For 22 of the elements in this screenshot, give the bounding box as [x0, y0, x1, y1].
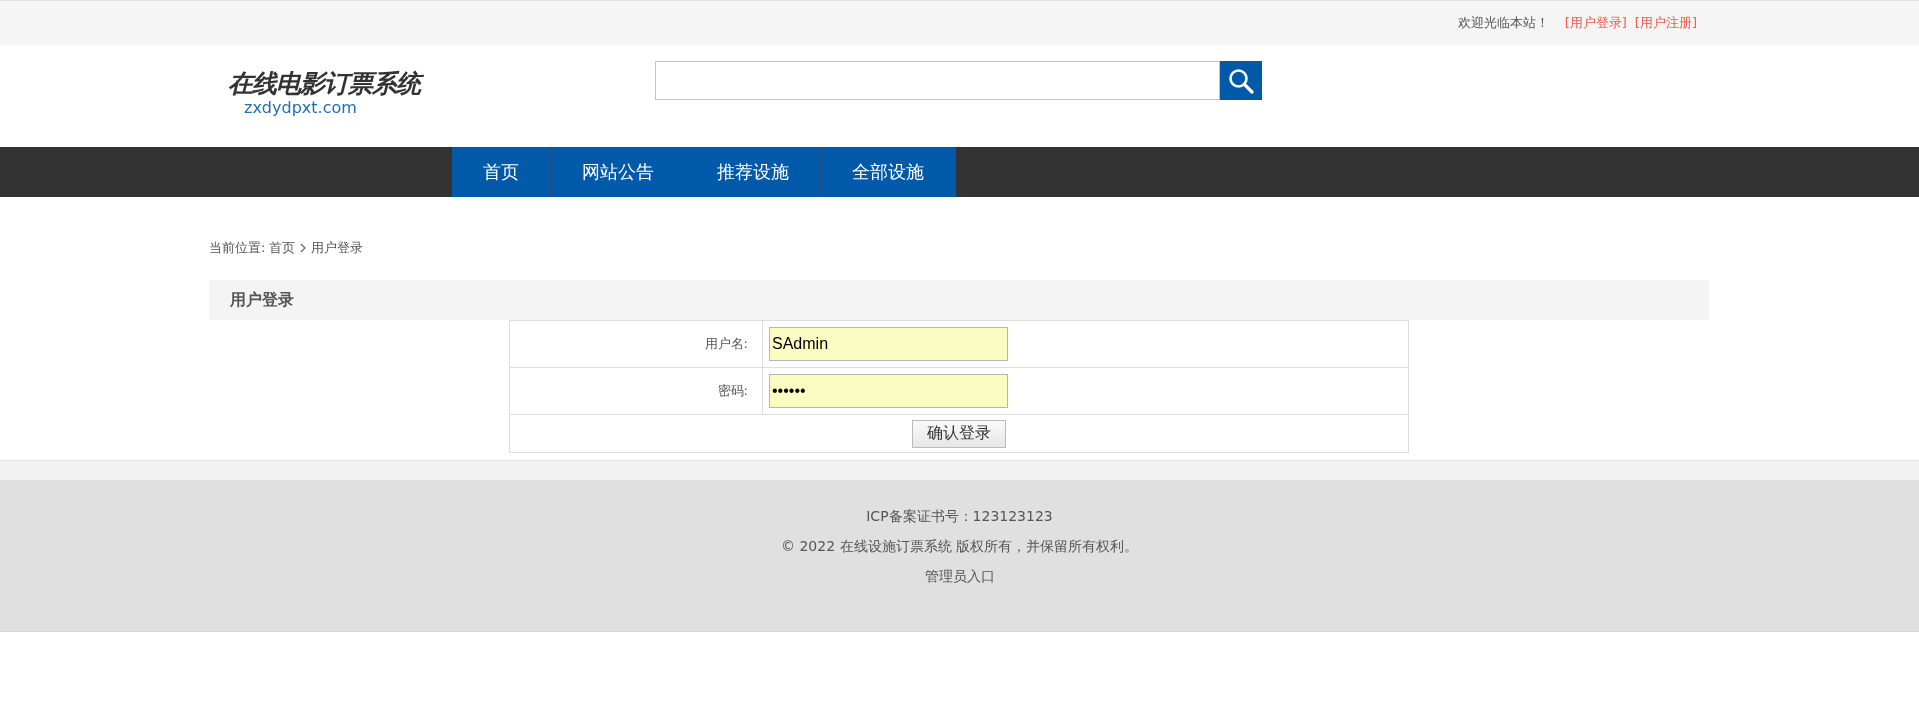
chevron-icon — [299, 243, 308, 253]
welcome-text: 欢迎光临本站！ — [1457, 14, 1549, 32]
nav-item[interactable]: 推荐设施 — [686, 147, 821, 197]
breadcrumb-link[interactable]: 首页 — [269, 239, 296, 257]
breadcrumb-label: 当前位置: — [209, 239, 266, 257]
field-label: 密码: — [510, 368, 763, 414]
panel-title: 用户登录 — [230, 289, 294, 311]
search-icon — [1228, 67, 1254, 94]
icp-text: ICP备案证书号：123123123 — [866, 507, 1053, 526]
nav-item[interactable]: 全部设施 — [821, 147, 956, 197]
field-label: 用户名: — [510, 321, 763, 367]
nav-item[interactable]: 首页 — [452, 147, 551, 197]
input-field[interactable]: •••••• — [769, 374, 1008, 408]
search-button[interactable] — [1220, 61, 1262, 100]
nav-item[interactable]: 网站公告 — [551, 147, 686, 197]
breadcrumb-current: 用户登录 — [311, 239, 364, 257]
login-button[interactable]: 确认登录 — [912, 419, 1006, 448]
input-field[interactable]: SAdmin — [769, 327, 1008, 361]
search-field[interactable] — [655, 61, 1220, 100]
copyright-text: © 2022 在线设施订票系统 版权所有，并保留所有权利。 — [781, 537, 1138, 556]
logo-domain: zxdydpxt.com — [244, 100, 357, 116]
admin-link[interactable]: 管理员入口 — [924, 567, 995, 586]
